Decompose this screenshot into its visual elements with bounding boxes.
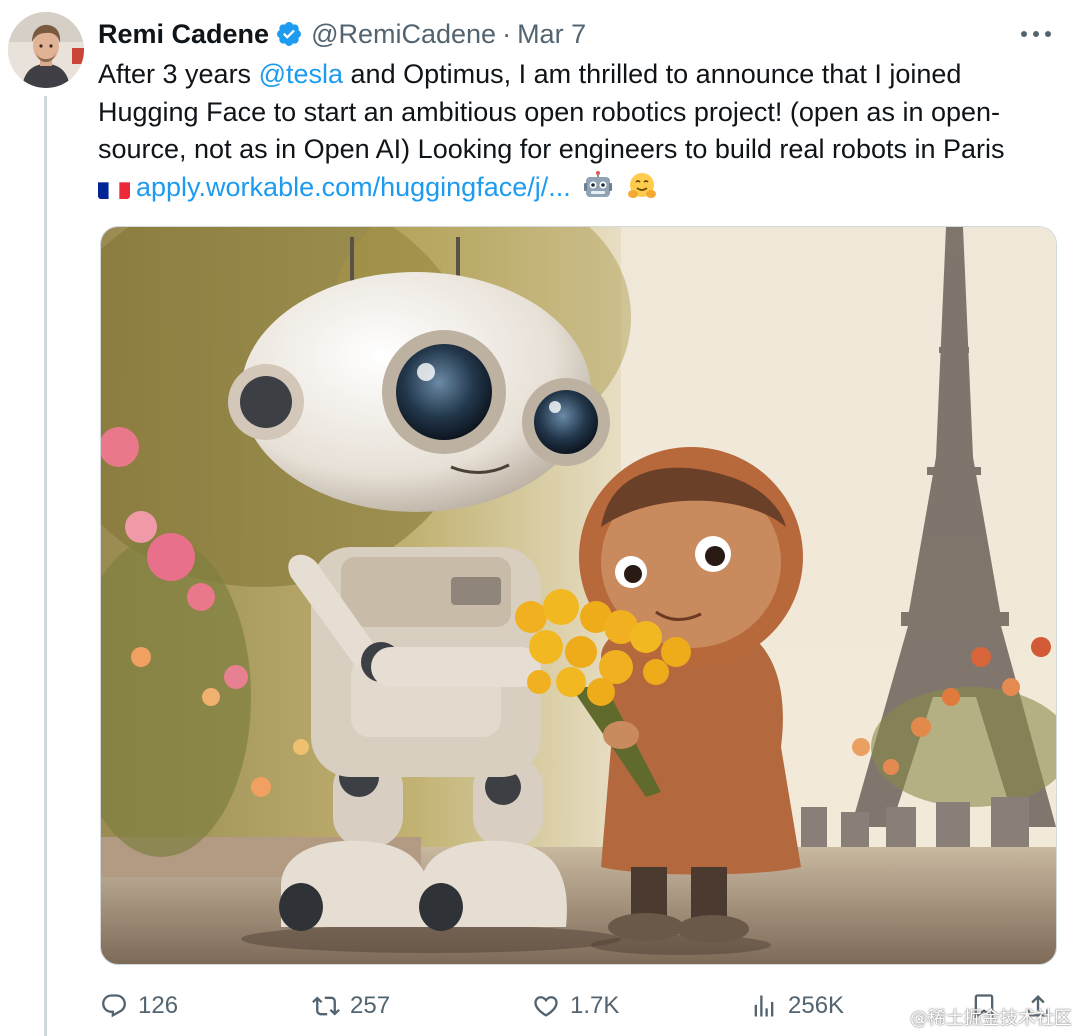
tweet-text-segment: After 3 years — [98, 59, 259, 89]
heart-icon — [534, 996, 558, 1017]
tweet-text-segment: and Optimus, I am thrilled to announce t… — [343, 59, 962, 89]
more-options-button[interactable] — [1016, 20, 1056, 48]
author-name[interactable]: Remi Cadene — [98, 19, 269, 50]
retweet-count: 257 — [350, 992, 391, 1019]
avatar-photo — [8, 12, 84, 88]
job-link[interactable]: apply.workable.com/huggingface/j/... — [136, 172, 571, 202]
avatar[interactable] — [8, 12, 84, 88]
tweet-line: apply.workable.com/huggingface/j/... — [98, 169, 1058, 207]
thread-line — [44, 96, 47, 1036]
robot-face-icon — [584, 170, 613, 197]
tweet-image[interactable] — [100, 226, 1057, 965]
separator-dot: · — [502, 18, 512, 49]
view-count: 256K — [788, 992, 845, 1019]
reply-count: 126 — [138, 992, 179, 1019]
views-button[interactable]: 256K — [750, 984, 844, 1028]
tweet-header: Remi Cadene @RemiCadene · Mar 7 — [98, 14, 1060, 54]
tweet-text: After 3 years @tesla and Optimus, I am t… — [98, 56, 1058, 206]
tweet-line: After 3 years @tesla and Optimus, I am t… — [98, 56, 1058, 94]
reply-icon — [102, 994, 126, 1018]
robot-and-child-illustration — [101, 227, 1056, 964]
like-button[interactable]: 1.7K — [532, 984, 619, 1028]
like-count: 1.7K — [570, 992, 620, 1019]
tweet-line: Hugging Face to start an ambitious open … — [98, 96, 1001, 127]
ellipsis-icon — [1021, 31, 1051, 37]
hugging-face-icon — [627, 172, 656, 198]
retweet-icon — [312, 996, 340, 1016]
retweet-button[interactable]: 257 — [312, 984, 390, 1028]
author-handle[interactable]: @RemiCadene — [311, 19, 496, 50]
tweet-date[interactable]: Mar 7 — [517, 19, 586, 50]
analytics-icon — [754, 995, 774, 1017]
flag-france-icon — [98, 177, 130, 199]
watermark-text: @稀土掘金技术社区 — [910, 1008, 1072, 1029]
reply-button[interactable]: 126 — [100, 984, 178, 1028]
verified-badge-icon — [277, 22, 302, 46]
mention-link[interactable]: @tesla — [259, 59, 343, 89]
tweet-line: source, not as in Open AI) Looking for e… — [98, 134, 1005, 164]
